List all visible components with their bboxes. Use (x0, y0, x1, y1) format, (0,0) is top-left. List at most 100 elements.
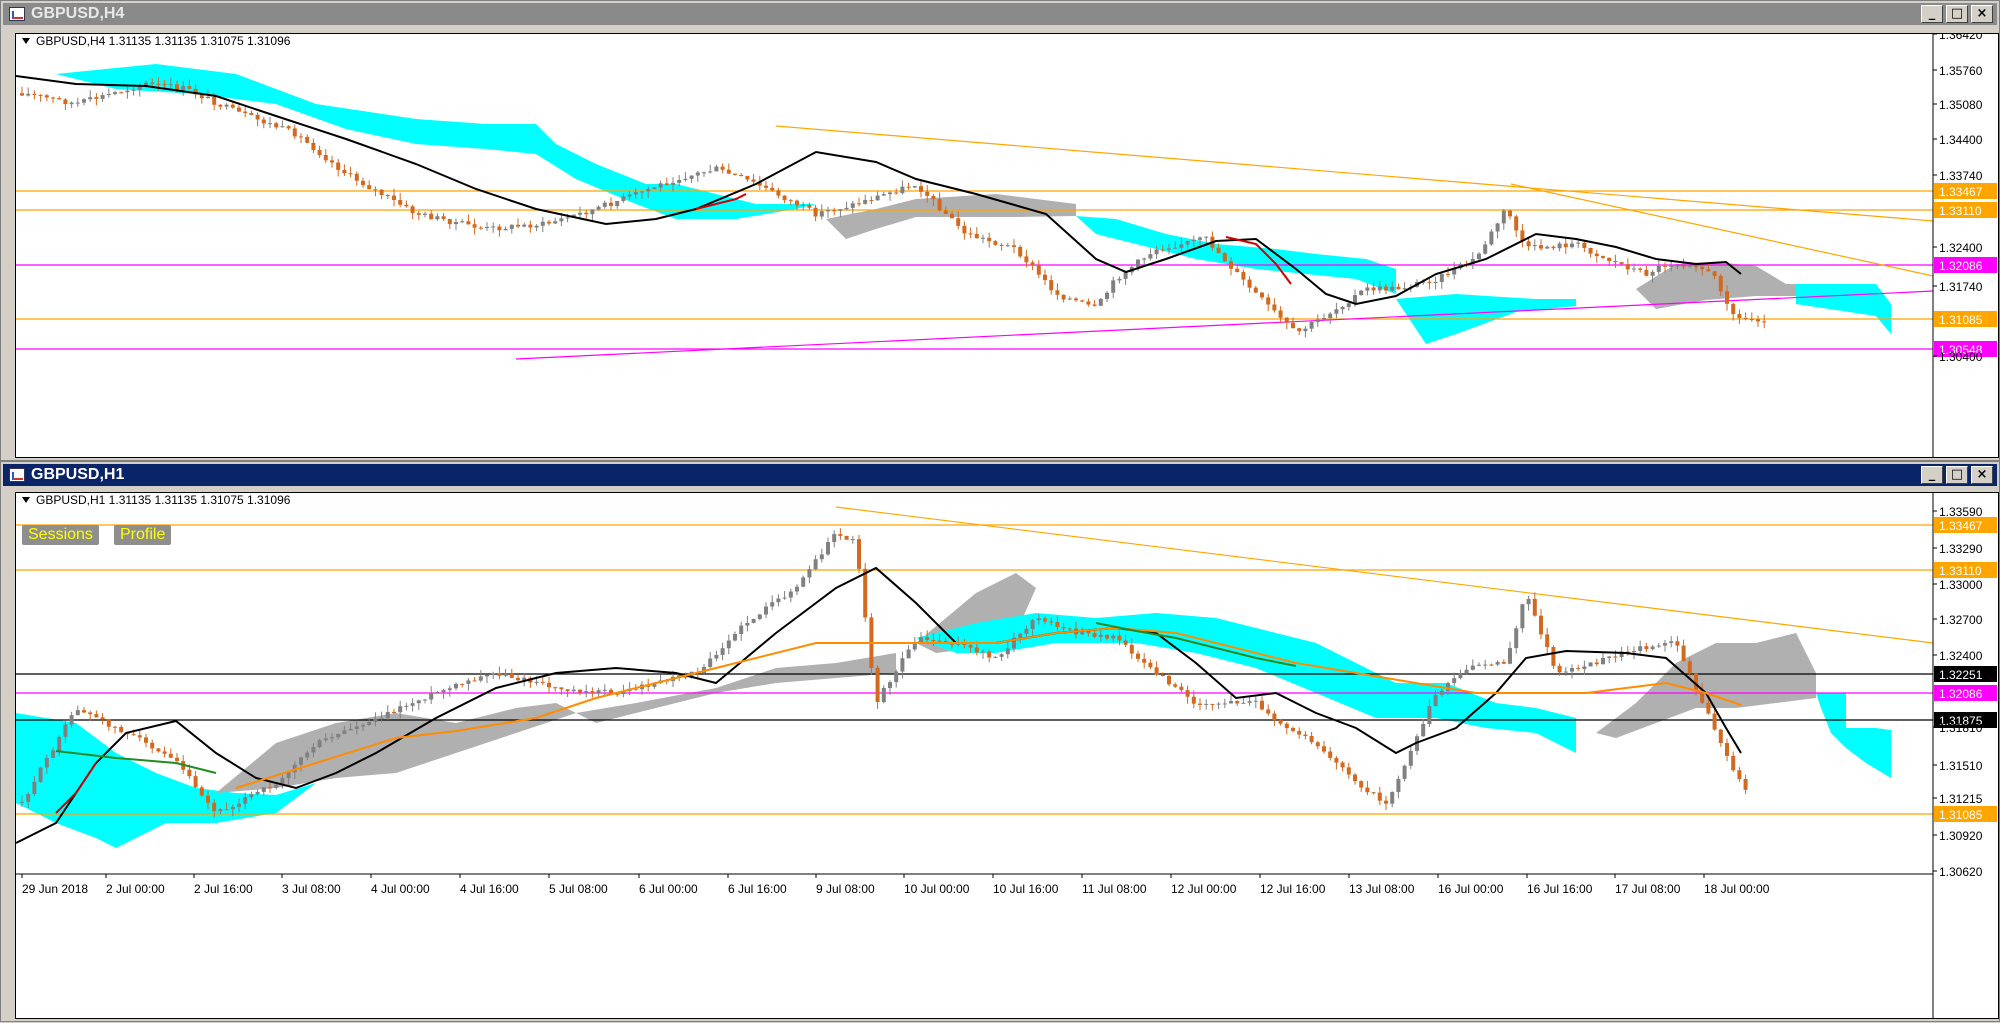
candle-body (1309, 735, 1314, 743)
time-tick-label: 12 Jul 16:00 (1260, 882, 1326, 896)
candle-body (274, 123, 279, 128)
candle-body (63, 99, 68, 105)
chart-window-h1[interactable]: GBPUSD,H1 _ □ × 1.33590 1.33467 1.33290 1.3… (0, 461, 2000, 1022)
candle-body (367, 721, 372, 725)
candle-body (621, 196, 626, 201)
candle-body (714, 166, 719, 172)
candle-body (553, 687, 558, 689)
candle-body (726, 640, 731, 649)
profile-button[interactable]: Profile (114, 525, 172, 545)
candle-body (844, 535, 849, 540)
candle-body (1043, 618, 1047, 622)
candle-body (1117, 635, 1122, 641)
candle-body (1396, 286, 1401, 290)
time-tick-label: 3 Jul 08:00 (282, 882, 341, 896)
candle-body (1675, 265, 1680, 267)
price-label: 1.33110 (1939, 564, 1982, 578)
candle-body (119, 726, 124, 733)
candle-body (1582, 666, 1587, 669)
minimize-button[interactable]: _ (1921, 5, 1943, 23)
sessions-button[interactable]: Sessions (22, 525, 99, 545)
candle-body (1663, 643, 1667, 646)
price-tick-label: 1.32400 (1939, 649, 1983, 663)
candle-body (1532, 245, 1537, 247)
close-button[interactable]: × (1971, 5, 1993, 23)
title-bar-h4[interactable]: GBPUSD,H4 _ □ × (3, 3, 1997, 25)
candle-body (1222, 253, 1227, 262)
maximize-button[interactable]: □ (1946, 466, 1968, 484)
candle-body (875, 195, 880, 201)
close-button[interactable]: × (1971, 466, 1993, 484)
candle-body (1074, 298, 1078, 301)
candle-body (1061, 294, 1066, 300)
candle-body (1067, 298, 1072, 300)
candle-body (1024, 256, 1029, 263)
candle-body (1551, 647, 1556, 666)
candle-body (1508, 648, 1512, 664)
candle-body (826, 542, 830, 555)
candle-body (218, 104, 223, 107)
candle-body (1315, 742, 1320, 747)
chart-area-h1[interactable]: 1.33590 1.33467 1.33290 1.33110 1.33000 1.327… (15, 492, 1999, 1019)
candle-body (1501, 661, 1506, 664)
candle-body (578, 212, 582, 215)
candle-body (522, 224, 527, 227)
candle-body (1179, 686, 1184, 691)
candle-body (150, 82, 155, 84)
candle-body (1315, 319, 1320, 322)
candle-body (1229, 261, 1233, 269)
time-tick-label: 5 Jul 08:00 (549, 882, 608, 896)
candle-body (702, 172, 706, 174)
candle-body (1086, 301, 1091, 305)
candle-body (1718, 729, 1723, 744)
time-tick-label: 18 Jul 00:00 (1704, 882, 1770, 896)
candle-body (1142, 658, 1147, 663)
candle-body (224, 104, 229, 107)
candle-body (1514, 216, 1519, 231)
candle-body (1526, 598, 1531, 605)
candle-body (1532, 598, 1537, 616)
candle-body (1619, 262, 1624, 265)
candle-body (1377, 286, 1382, 291)
candle-body (1539, 615, 1543, 635)
candle-body (1266, 709, 1271, 714)
candle-body (925, 191, 930, 196)
minimize-button[interactable]: _ (1921, 466, 1943, 484)
price-chart-h4[interactable]: 1.36420 1.35760 1.35080 1.34400 1.33740 1.334… (15, 28, 1998, 457)
time-tick-label: 2 Jul 16:00 (194, 882, 253, 896)
chart-area-h4[interactable]: 1.36420 1.35760 1.35080 1.34400 1.33740 1.334… (15, 28, 1999, 458)
price-chart-h1[interactable]: 1.335901.33467 1.33290 1.331101.33000 1.327… (15, 493, 1998, 1018)
price-tick-label: 1.32700 (1939, 613, 1983, 627)
price-label: 1.32251 (1939, 668, 1983, 682)
candle-body (1123, 272, 1128, 279)
candle-body (1446, 273, 1450, 275)
price-tick-label: 1.30920 (1939, 829, 1983, 843)
candle-body (497, 226, 502, 231)
candle-body (1594, 662, 1599, 665)
candle-body (1470, 665, 1475, 670)
candle-body (150, 742, 155, 749)
candle-body (1681, 645, 1686, 662)
candle-body (1582, 242, 1587, 249)
title-bar-h1[interactable]: GBPUSD,H1 _ □ × (3, 464, 1997, 486)
candle-body (354, 726, 359, 729)
candle-body (485, 674, 489, 677)
candle-body (602, 689, 607, 691)
candle-body (1284, 317, 1289, 323)
candle-body (770, 602, 775, 607)
maximize-button[interactable]: □ (1946, 5, 1968, 23)
candle-body (361, 180, 365, 186)
candle-body (788, 591, 793, 598)
candle-body (683, 178, 688, 180)
chart-window-h4[interactable]: GBPUSD,H4 _ □ × 1.36420 1.35760 1.35080 1.3… (0, 0, 2000, 461)
window-title: GBPUSD,H1 (31, 466, 125, 483)
candle-body (1284, 723, 1289, 729)
candle-body (1632, 651, 1636, 653)
candle-body (931, 639, 936, 641)
candle-body (571, 689, 576, 692)
candle-body (584, 212, 589, 215)
time-tick-label: 6 Jul 00:00 (639, 882, 698, 896)
candle-body (1334, 757, 1339, 763)
candle-body (38, 94, 43, 96)
candle-body (212, 96, 217, 105)
